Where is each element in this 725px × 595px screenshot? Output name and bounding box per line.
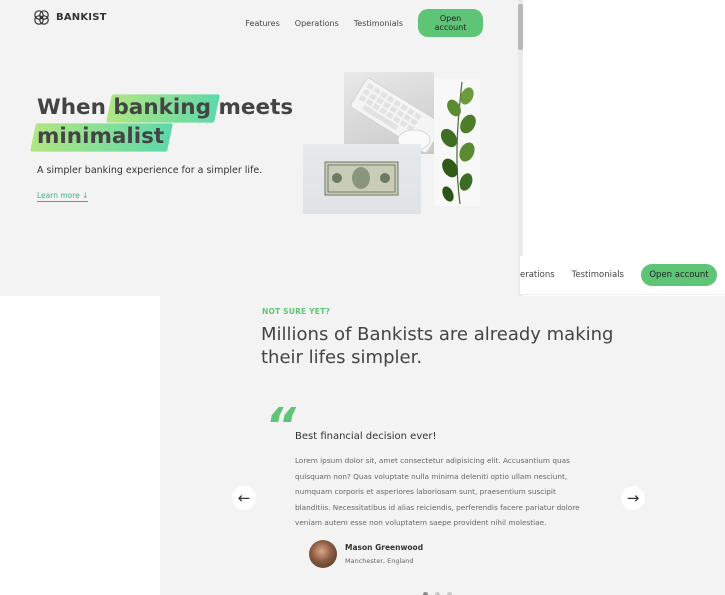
hero-subtitle: A simpler banking experience for a simpl… <box>37 165 263 176</box>
testimonials-section: NOT SURE YET? Millions of Bankists are a… <box>160 296 725 595</box>
plant-image <box>434 78 480 206</box>
hero-window: BANKIST Features Operations Testimonials… <box>0 0 523 296</box>
scrollbar[interactable] <box>518 0 523 296</box>
quote-mark-icon: “ <box>265 398 296 454</box>
avatar <box>309 540 337 568</box>
scrollbar-thumb[interactable] <box>518 4 523 50</box>
keyboard-image <box>344 72 434 154</box>
sticky-nav-link-operations[interactable]: erations <box>520 270 555 280</box>
dollar-bill-illustration <box>324 161 399 196</box>
hero-highlight-banking: banking <box>113 93 211 122</box>
logo-text: BANKIST <box>56 12 107 23</box>
section-label: NOT SURE YET? <box>262 307 331 316</box>
logo[interactable]: BANKIST <box>33 9 107 26</box>
money-image <box>303 144 421 214</box>
sticky-nav-window: erations Testimonials Open account <box>520 256 725 295</box>
hero-title-part2: meets <box>218 95 294 120</box>
testimonial-text: Lorem ipsum dolor sit, amet consectetur … <box>295 456 580 527</box>
sticky-nav: erations Testimonials Open account <box>520 264 717 286</box>
nav-link-features[interactable]: Features <box>245 19 279 28</box>
testimonial-title: Best financial decision ever! <box>295 431 437 442</box>
hero-title-part1: When <box>37 95 106 120</box>
author-location: Manchester, England <box>345 557 414 565</box>
logo-icon <box>34 10 49 25</box>
arrow-left-icon: ← <box>237 489 251 507</box>
hero-highlight-minimalist-text: minimalist <box>37 124 165 149</box>
section-heading: Millions of Bankists are already making … <box>261 324 614 368</box>
sticky-nav-link-testimonials[interactable]: Testimonials <box>572 270 624 280</box>
hero-highlight-minimalist: minimalist <box>37 122 164 151</box>
plant-illustration <box>440 81 476 205</box>
nav-link-operations[interactable]: Operations <box>295 19 339 28</box>
slider-prev-button[interactable]: ← <box>232 486 256 510</box>
learn-more-link[interactable]: Learn more ↓ <box>37 191 89 202</box>
author-name: Mason Greenwood <box>345 543 424 552</box>
main-nav: Features Operations Testimonials Open ac… <box>245 9 483 37</box>
slider-next-button[interactable]: → <box>621 486 645 510</box>
open-account-button[interactable]: Open account <box>418 9 483 37</box>
keyboard-illustration <box>350 78 434 154</box>
hero-title: When banking meets minimalist <box>37 93 297 151</box>
sticky-open-account-button[interactable]: Open account <box>640 264 717 286</box>
nav-link-testimonials[interactable]: Testimonials <box>354 19 403 28</box>
hero-highlight-banking-text: banking <box>113 95 211 120</box>
arrow-right-icon: → <box>626 489 640 507</box>
